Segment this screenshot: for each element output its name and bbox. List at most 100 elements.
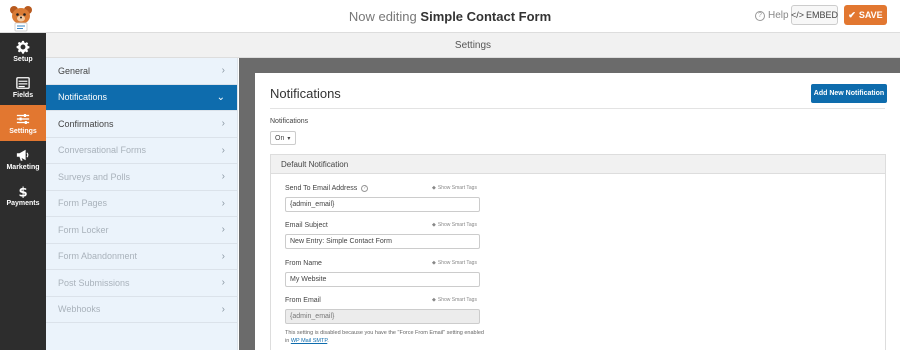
show-smart-tags-link[interactable]: ◆ Show Smart Tags [432,260,477,266]
tag-icon: ◆ [432,185,436,191]
settings-nav-item-form-abandonment[interactable]: Form Abandonment › [46,244,237,270]
chevron-right-icon: › [221,171,225,183]
settings-nav-item-surveys-polls[interactable]: Surveys and Polls › [46,164,237,191]
check-icon: ✔ [848,9,856,20]
chevron-right-icon: › [221,250,225,262]
sidebar-item-setup[interactable]: Setup [0,33,46,69]
chevron-right-icon: › [221,118,225,130]
settings-nav-item-post-submissions[interactable]: Post Submissions › [46,270,237,297]
from-email-input: {admin_email} [285,309,480,324]
email-subject-label-text: Email Subject [285,222,328,229]
code-brackets-icon: </> [790,10,804,20]
chevron-right-icon: › [221,65,225,77]
gear-icon [16,40,30,54]
from-name-input[interactable]: My Website [285,272,480,287]
settings-nav-item-conversational-forms[interactable]: Conversational Forms › [46,138,237,164]
sidebar-item-fields[interactable]: Fields [0,69,46,105]
chevron-right-icon: › [221,144,225,156]
smart-tags-label: Show Smart Tags [437,297,477,303]
note-end: . [327,338,329,344]
tag-icon: ◆ [432,260,436,266]
nav-label: Conversational Forms [58,145,147,156]
from-email-label-text: From Email [285,297,321,304]
question-circle-icon: ? [755,10,765,21]
nav-label: Form Locker [58,224,109,235]
show-smart-tags-link[interactable]: ◆ Show Smart Tags [432,297,477,303]
from-email-label: From Email [285,297,321,304]
chevron-right-icon: › [221,277,225,289]
from-name-label: From Name [285,260,322,267]
chevron-right-icon: › [221,224,225,236]
settings-nav-item-confirmations[interactable]: Confirmations › [46,111,237,138]
show-smart-tags-link[interactable]: ◆ Show Smart Tags [432,185,477,191]
settings-nav-item-form-pages[interactable]: Form Pages › [46,191,237,217]
sidebar-item-payments[interactable]: $ Payments [0,177,46,213]
smart-tags-label: Show Smart Tags [437,185,477,191]
disabled-setting-note: This setting is disabled because you hav… [285,329,485,345]
settings-nav-item-webhooks[interactable]: Webhooks › [46,297,237,323]
nav-label: Notifications [58,92,108,103]
nav-label: General [58,65,91,76]
nav-label: Form Pages [58,198,108,209]
sidebar-label-fields: Fields [12,91,34,99]
help-label: Help [768,10,789,21]
help-tooltip-icon[interactable]: ? [361,185,369,192]
nav-label: Post Submissions [58,277,130,288]
sliders-icon [16,113,30,124]
chevron-right-icon: › [221,197,225,209]
sidebar-label-setup: Setup [13,55,33,63]
settings-nav-item-general[interactable]: General › [46,58,237,85]
chevron-down-icon: ⌄ [216,91,225,103]
settings-panel-header: Settings [46,33,900,58]
embed-button[interactable]: </> EMBED [791,5,838,25]
form-name: Simple Contact Form [420,9,552,24]
default-notification-block: Default Notification Send To Email Addre… [270,154,886,350]
sidebar-item-settings[interactable]: Settings [0,105,46,141]
svg-text:$: $ [18,185,27,198]
sidebar-item-marketing[interactable]: Marketing [0,141,46,177]
smart-tags-label: Show Smart Tags [437,222,477,228]
wpforms-bear-logo-icon [10,6,32,32]
notifications-toggle-label: Notifications [270,118,309,125]
top-bar: Now editing Simple Contact Form ? Help <… [0,0,900,33]
notifications-select[interactable]: On ▾ [270,131,296,145]
notifications-panel: Notifications Add New Notification Notif… [255,73,900,350]
dollar-icon: $ [18,185,27,198]
notifications-select-value: On [275,134,285,142]
divider [270,108,885,109]
chevron-down-icon: ▾ [287,135,291,142]
settings-nav-item-notifications[interactable]: Notifications ⌄ [46,84,237,111]
sidebar-label-marketing: Marketing [6,163,40,171]
sidebar-label-settings: Settings [9,127,37,135]
title-prefix: Now editing [348,9,417,24]
smart-tags-label: Show Smart Tags [437,260,477,266]
email-subject-label: Email Subject [285,222,328,229]
list-icon [16,76,30,89]
megaphone-icon [16,149,29,161]
send-to-email-input[interactable]: {admin_email} [285,197,480,212]
wp-mail-smtp-link[interactable]: WP Mail SMTP [291,338,327,344]
email-subject-input[interactable]: New Entry: Simple Contact Form [285,234,480,249]
add-new-notification-button[interactable]: Add New Notification [811,84,887,103]
from-name-label-text: From Name [285,260,322,267]
send-to-label-text: Send To Email Address [285,185,358,192]
chevron-right-icon: › [221,303,225,315]
nav-label: Webhooks [58,304,101,315]
help-link[interactable]: ? Help [755,10,789,21]
settings-nav-item-form-locker[interactable]: Form Locker › [46,217,237,244]
show-smart-tags-link[interactable]: ◆ Show Smart Tags [432,222,477,228]
embed-label: EMBED [806,10,839,20]
send-to-label: Send To Email Address ? [285,185,369,192]
panel-title: Notifications [270,86,341,101]
settings-nav: General › Notifications ⌄ Confirmations › C… [46,58,238,350]
builder-sidebar: Setup Fields Settings Marketing $ Paymen… [0,33,46,350]
nav-label: Confirmations [58,118,114,129]
tag-icon: ◆ [432,297,436,303]
nav-label: Form Abandonment [58,251,138,262]
save-button[interactable]: ✔ SAVE [844,5,887,25]
tag-icon: ◆ [432,222,436,228]
default-notification-header[interactable]: Default Notification [271,155,885,174]
save-label: SAVE [858,10,883,20]
nav-label: Surveys and Polls [58,171,131,182]
sidebar-label-payments: Payments [6,199,40,207]
